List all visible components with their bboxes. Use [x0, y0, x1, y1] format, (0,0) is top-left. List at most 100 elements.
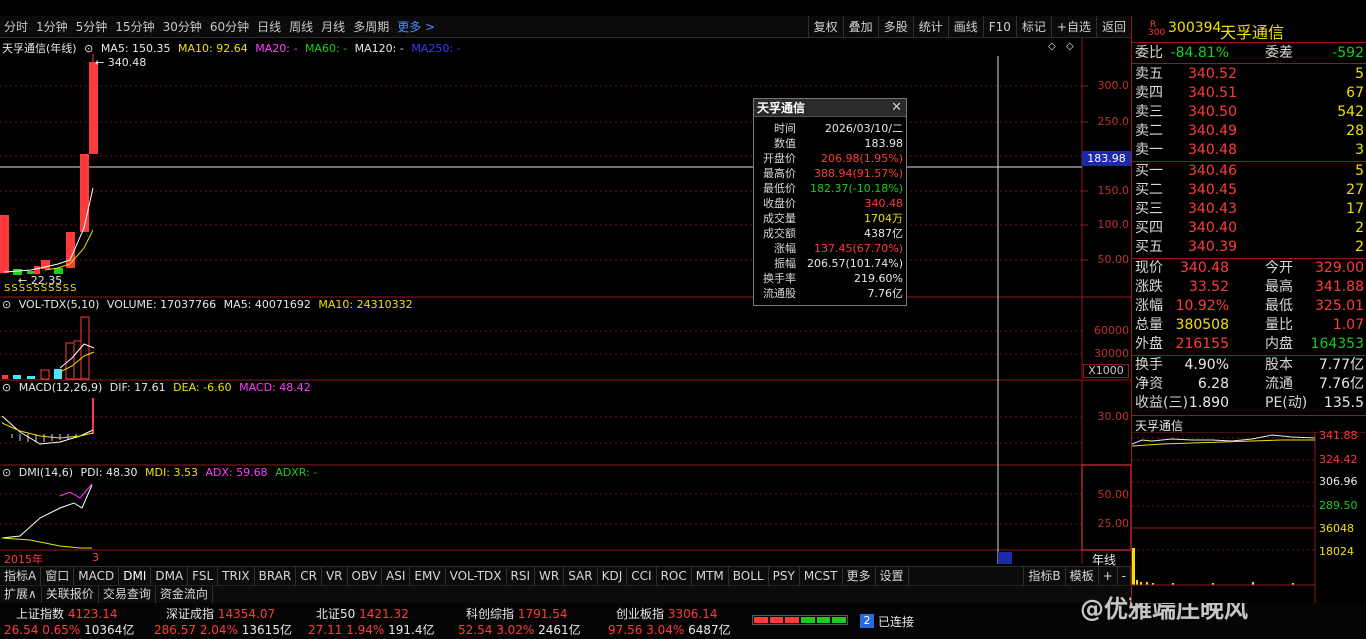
price-tick: 250.0 [1097, 115, 1130, 128]
quote-row: 外盘 216155 内盘 164353 [1135, 336, 1364, 352]
popup-value: 388.94(91.57%) [813, 167, 903, 180]
tab-weekly[interactable]: 周线 [285, 16, 317, 38]
tab-dmi[interactable]: DMI [119, 567, 152, 585]
tab-trade-query[interactable]: 交易查询 [99, 586, 156, 603]
tab-brar[interactable]: BRAR [255, 567, 297, 585]
tab-cr[interactable]: CR [296, 567, 322, 585]
tab-30min[interactable]: 30分钟 [159, 16, 206, 38]
close-icon[interactable]: ✕ [891, 99, 902, 117]
index-ticker-detail: 286.57 2.04% 13615亿 [154, 623, 292, 637]
zoom-out-button[interactable]: - [1118, 567, 1131, 585]
popup-row: 流通股 7.76亿 [754, 286, 906, 301]
kline-info-line: 天孚通信(年线) ⊙ MA5: 150.35 MA10: 92.64 MA20:… [2, 40, 465, 56]
back-button[interactable]: 返回 [1095, 16, 1131, 38]
fund-row: 净资 6.28 流通 7.76亿 [1135, 376, 1364, 392]
ask-row[interactable]: 卖四 340.51 67 [1132, 84, 1366, 103]
tab-daily[interactable]: 日线 [253, 16, 285, 38]
bid-row[interactable]: 买二 340.45 27 [1132, 181, 1366, 200]
popup-key: 时间 [774, 122, 796, 135]
tab-mtm[interactable]: MTM [692, 567, 729, 585]
ask-row[interactable]: 卖二 340.49 28 [1132, 122, 1366, 141]
mini-price-tick: 341.88 [1319, 429, 1358, 442]
tab-fenshi[interactable]: 分时 [0, 16, 32, 38]
index-ticker[interactable]: 北证50 1421.32 [316, 605, 409, 622]
tab-wr[interactable]: WR [535, 567, 565, 585]
tab-expand[interactable]: 扩展∧ [0, 586, 42, 603]
ma250-value: MA250: - [411, 42, 461, 55]
index-ticker[interactable]: 科创综指 1791.54 [466, 605, 567, 622]
index-ticker[interactable]: 上证指数 4123.14 [16, 605, 117, 622]
index-ticker[interactable]: 创业板指 3306.14 [616, 605, 717, 622]
tab-asi[interactable]: ASI [382, 567, 411, 585]
popup-key: 成交额 [763, 227, 796, 240]
bid-row[interactable]: 买三 340.43 17 [1132, 200, 1366, 219]
popup-key: 开盘价 [763, 152, 796, 165]
tab-15min[interactable]: 15分钟 [111, 16, 158, 38]
chevron-down-icon[interactable]: ⊙ [2, 466, 11, 479]
candle [80, 154, 89, 232]
tab-multi-period[interactable]: 多周期 [349, 16, 393, 38]
tab-monthly[interactable]: 月线 [317, 16, 349, 38]
statistics-button[interactable]: 统计 [912, 16, 948, 38]
popup-row: 振幅 206.57(101.74%) [754, 256, 906, 271]
chevron-down-icon[interactable]: ⊙ [2, 298, 11, 311]
ask-row[interactable]: 卖一 340.48 3 [1132, 141, 1366, 160]
bid-row[interactable]: 买五 340.39 2 [1132, 238, 1366, 257]
tab-more[interactable]: 更多 > [393, 16, 439, 38]
tab-1min[interactable]: 1分钟 [32, 16, 72, 38]
tab-window[interactable]: 窗口 [41, 567, 75, 585]
tab-60min[interactable]: 60分钟 [206, 16, 253, 38]
draw-line-button[interactable]: 画线 [947, 16, 983, 38]
tab-template[interactable]: 模板 [1066, 567, 1099, 585]
tab-related-quotes[interactable]: 关联报价 [42, 586, 99, 603]
bid-row[interactable]: 买一 340.46 5 [1132, 162, 1366, 181]
bid-row[interactable]: 买四 340.40 2 [1132, 219, 1366, 238]
ma60-value: MA60: - [304, 42, 348, 55]
popup-value: 1704万 [864, 212, 903, 225]
tab-indicator-a[interactable]: 指标A [0, 567, 42, 585]
tab-settings[interactable]: 设置 [876, 567, 909, 585]
tab-obv[interactable]: OBV [348, 567, 383, 585]
tab-more-indicators[interactable]: 更多 [843, 567, 876, 585]
index-ticker[interactable]: 深证成指 14354.07 [166, 605, 275, 622]
macd-tick: 30.00 [1097, 410, 1130, 423]
chevron-down-icon[interactable]: ⊙ [2, 381, 11, 394]
tab-indicator-b[interactable]: 指标B [1023, 567, 1066, 585]
tab-boll[interactable]: BOLL [729, 567, 769, 585]
dmi-indicator-name: DMI(14,6) [18, 466, 73, 479]
tab-kdj[interactable]: KDJ [598, 567, 628, 585]
tab-fund-flow[interactable]: 资金流向 [156, 586, 213, 603]
mark-button[interactable]: 标记 [1015, 16, 1051, 38]
tab-vr[interactable]: VR [322, 567, 348, 585]
tab-psy[interactable]: PSY [769, 567, 800, 585]
kline-chart-area[interactable]: 天孚通信(年线) ⊙ MA5: 150.35 MA10: 92.64 MA20:… [0, 38, 1131, 567]
chevron-down-icon[interactable]: ⊙ [84, 42, 93, 55]
f10-button[interactable]: F10 [982, 16, 1016, 38]
zoom-in-button[interactable]: + [1099, 567, 1118, 585]
add-watchlist-button[interactable]: +自选 [1050, 16, 1096, 38]
tab-macd[interactable]: MACD [74, 567, 120, 585]
ask-row[interactable]: 卖五 340.52 5 [1132, 65, 1366, 84]
tab-sar[interactable]: SAR [564, 567, 598, 585]
overlay-button[interactable]: 叠加 [842, 16, 878, 38]
tab-trix[interactable]: TRIX [218, 567, 255, 585]
tab-vol-tdx[interactable]: VOL-TDX [446, 567, 507, 585]
diamond-icon[interactable]: ◇ [1048, 41, 1056, 52]
tab-5min[interactable]: 5分钟 [72, 16, 112, 38]
tab-emv[interactable]: EMV [410, 567, 446, 585]
mini-price-tick: 289.50 [1319, 499, 1358, 512]
tab-dma[interactable]: DMA [151, 567, 189, 585]
popup-row: 最低价 182.37(-10.18%) [754, 181, 906, 196]
tab-rsi[interactable]: RSI [507, 567, 536, 585]
tab-roc[interactable]: ROC [657, 567, 692, 585]
multi-stock-button[interactable]: 多股 [877, 16, 913, 38]
connection-icon[interactable]: 2 [860, 614, 874, 628]
index-ticker-detail: 52.54 3.02% 2461亿 [458, 623, 581, 637]
ask-row[interactable]: 卖三 340.50 542 [1132, 103, 1366, 122]
tab-mcst[interactable]: MCST [800, 567, 843, 585]
tab-fsl[interactable]: FSL [188, 567, 219, 585]
weibi-row: 委比 -84.81% 委差 -592 [1132, 44, 1366, 63]
tab-cci[interactable]: CCI [627, 567, 657, 585]
diamond-icon[interactable]: ◇ [1066, 41, 1074, 52]
restore-rights-button[interactable]: 复权 [807, 16, 843, 38]
